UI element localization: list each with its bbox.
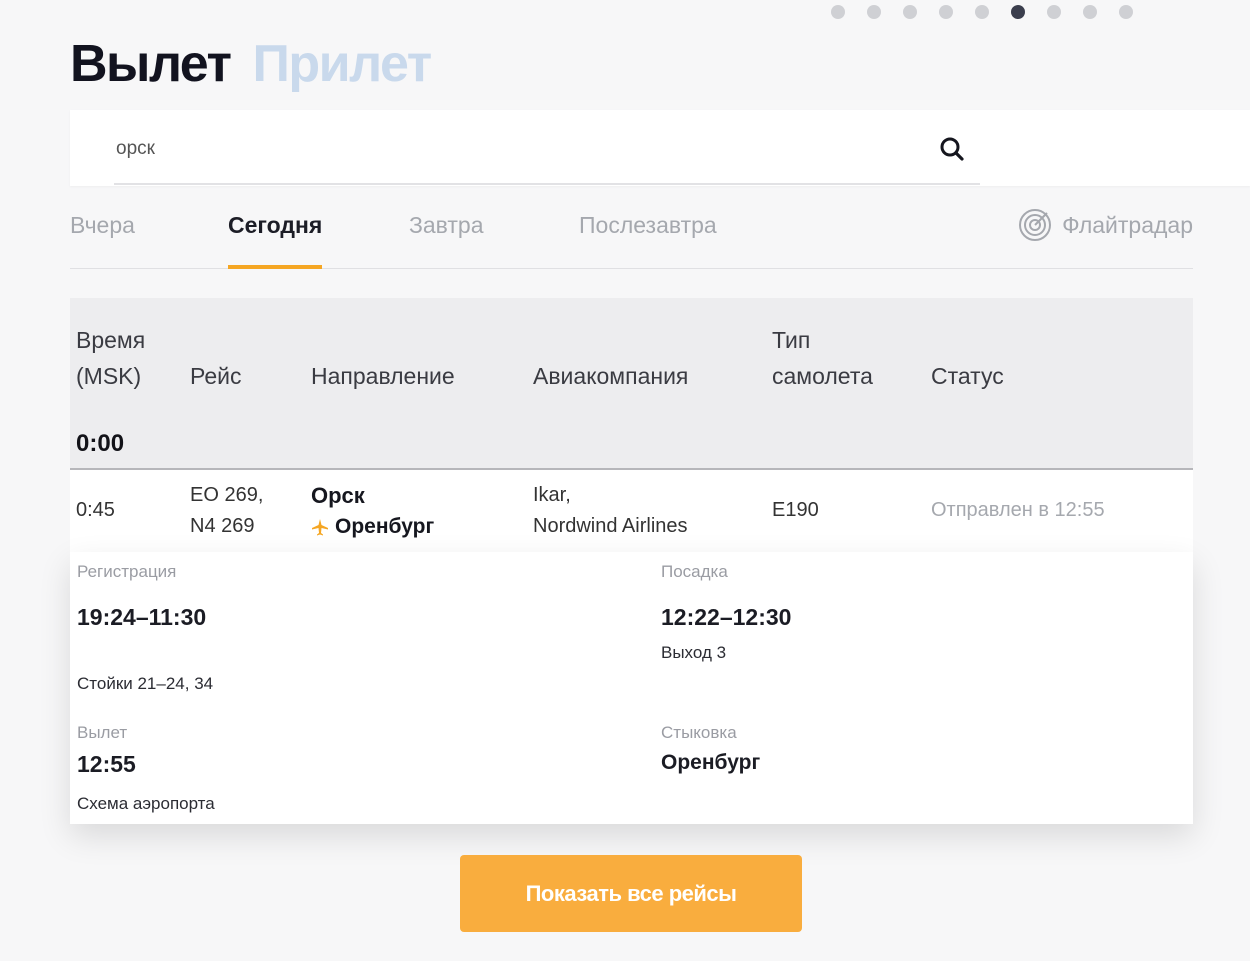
column-header-time: Время (MSK) <box>76 322 145 394</box>
pager-dot[interactable] <box>1083 5 1097 19</box>
column-header-status: Статус <box>931 363 1004 389</box>
pager-dot-active[interactable] <box>1011 5 1025 19</box>
radar-icon <box>1019 209 1052 241</box>
day-tabs: Вчера Сегодня Завтра Послезавтра Флайтра… <box>70 200 1193 269</box>
pager-dot[interactable] <box>903 5 917 19</box>
show-all-flights-button[interactable]: Показать все рейсы <box>460 855 802 932</box>
table-row[interactable]: 0:45 EO 269, N4 269 Орск Оренбург Ikar, … <box>70 470 1193 552</box>
boarding-time: 12:22–12:30 <box>661 604 792 630</box>
search-icon[interactable] <box>938 135 966 163</box>
column-header-aircraft: Тип самолета <box>772 322 873 394</box>
column-header-time-line2: (MSK) <box>76 363 142 389</box>
column-header-aircraft-line1: Тип <box>772 327 811 353</box>
column-header-aircraft-line2: самолета <box>772 363 873 389</box>
tab-tomorrow[interactable]: Завтра <box>409 212 484 239</box>
tab-yesterday[interactable]: Вчера <box>70 212 135 239</box>
flight-direction: Орск Оренбург <box>311 480 434 542</box>
tab-arrivals[interactable]: Прилет <box>253 34 433 94</box>
pager-dot[interactable] <box>1119 5 1133 19</box>
flight-numbers: EO 269, N4 269 <box>190 480 263 542</box>
flight-status: Отправлен в 12:55 <box>931 499 1105 521</box>
column-header-time-line1: Время <box>76 327 146 353</box>
airline-2: Nordwind Airlines <box>533 515 688 537</box>
time-group-row: 0:00 <box>70 418 1193 470</box>
aircraft-type: E190 <box>772 499 819 521</box>
column-header-airline: Авиакомпания <box>533 363 689 389</box>
pager-dot[interactable] <box>831 5 845 19</box>
boarding-label: Посадка <box>661 562 728 581</box>
carousel-pager <box>831 5 1133 19</box>
pager-dot[interactable] <box>867 5 881 19</box>
search-box <box>70 110 1250 186</box>
airport-map-link[interactable]: Схема аэропорта <box>77 794 215 814</box>
checkin-time: 19:24–11:30 <box>77 604 207 630</box>
tab-today[interactable]: Сегодня <box>228 212 323 269</box>
flight-airlines: Ikar, Nordwind Airlines <box>533 480 688 542</box>
connection-city: Оренбург <box>335 515 435 538</box>
flightradar-link[interactable]: Флайтрадар <box>1018 208 1193 242</box>
connection-city-row: Оренбург <box>311 511 434 542</box>
column-header-direction: Направление <box>311 363 455 389</box>
flight-number-1: EO 269, <box>190 484 264 506</box>
flight-time: 0:45 <box>76 499 115 521</box>
tab-departures[interactable]: Вылет <box>70 34 232 94</box>
checkin-desks: Стойки 21–24, 34 <box>77 674 214 693</box>
boarding-gate: Выход 3 <box>661 643 727 662</box>
connection-city-detail: Оренбург <box>661 751 761 774</box>
airline-1: Ikar, <box>533 484 571 506</box>
plane-icon <box>312 518 328 535</box>
pager-dot[interactable] <box>975 5 989 19</box>
flightradar-label: Флайтрадар <box>1062 211 1193 238</box>
table-header: Время (MSK) Рейс Направление Авиакомпани… <box>70 298 1193 418</box>
mode-tabs: Вылет Прилет <box>70 34 433 94</box>
search-underline <box>114 183 980 185</box>
departure-time: 12:55 <box>77 751 136 777</box>
tab-day-after-tomorrow[interactable]: Послезавтра <box>579 212 717 239</box>
pager-dot[interactable] <box>939 5 953 19</box>
search-input[interactable] <box>114 130 938 168</box>
departure-label: Вылет <box>77 723 128 742</box>
checkin-label: Регистрация <box>77 562 177 581</box>
connection-label: Стыковка <box>661 723 737 742</box>
flight-number-2: N4 269 <box>190 515 255 537</box>
time-group-label: 0:00 <box>76 430 125 457</box>
flight-details-panel: Регистрация 19:24–11:30 Стойки 21–24, 34… <box>70 552 1193 824</box>
destination-city: Орск <box>311 483 365 508</box>
pager-dot[interactable] <box>1047 5 1061 19</box>
column-header-flight: Рейс <box>190 363 242 389</box>
